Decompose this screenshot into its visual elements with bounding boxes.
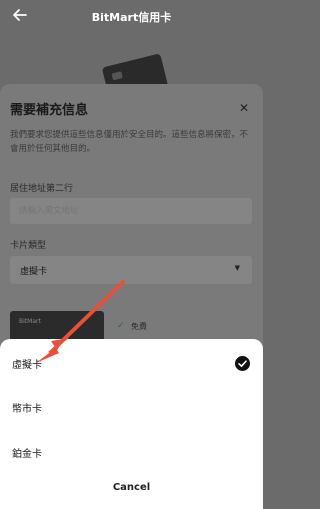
page-title: BitMart信用卡 xyxy=(91,11,172,24)
check-icon: ✓ xyxy=(117,321,125,331)
free-label: 免費 xyxy=(131,322,147,331)
option-platinum-card[interactable]: 鉑金卡 xyxy=(0,432,263,472)
card-type-select[interactable]: 虛擬卡 ▼ xyxy=(10,256,252,284)
card-type-label: 卡片類型 xyxy=(10,241,47,251)
address-line2-input[interactable] xyxy=(10,198,252,224)
option-label: 虛擬卡 xyxy=(12,360,42,371)
info-sheet-description: 我們要求您提供這些信息僅用於安全目的。這些信息將保密，不會用於任何其他目的。 xyxy=(10,130,249,154)
option-label: 鉑金卡 xyxy=(12,449,42,460)
card-type-value: 虛擬卡 xyxy=(20,267,48,277)
card-type-picker: 虛擬卡 幣市卡 鉑金卡 Cancel xyxy=(0,339,263,509)
checkmark-circle-icon xyxy=(235,356,250,371)
address-line2-label: 居住地址第二行 xyxy=(10,184,74,194)
app-bar: BitMart信用卡 xyxy=(0,0,263,34)
cancel-button[interactable]: Cancel xyxy=(0,482,263,493)
info-sheet-title: 需要補充信息 xyxy=(10,103,89,118)
card-brand-label: BitMart xyxy=(19,318,41,325)
close-icon[interactable]: ✕ xyxy=(239,101,249,115)
dropdown-caret-icon: ▼ xyxy=(234,264,240,272)
option-currency-card[interactable]: 幣市卡 xyxy=(0,387,263,427)
option-label: 幣市卡 xyxy=(12,404,42,415)
option-virtual-card[interactable]: 虛擬卡 xyxy=(0,343,263,383)
